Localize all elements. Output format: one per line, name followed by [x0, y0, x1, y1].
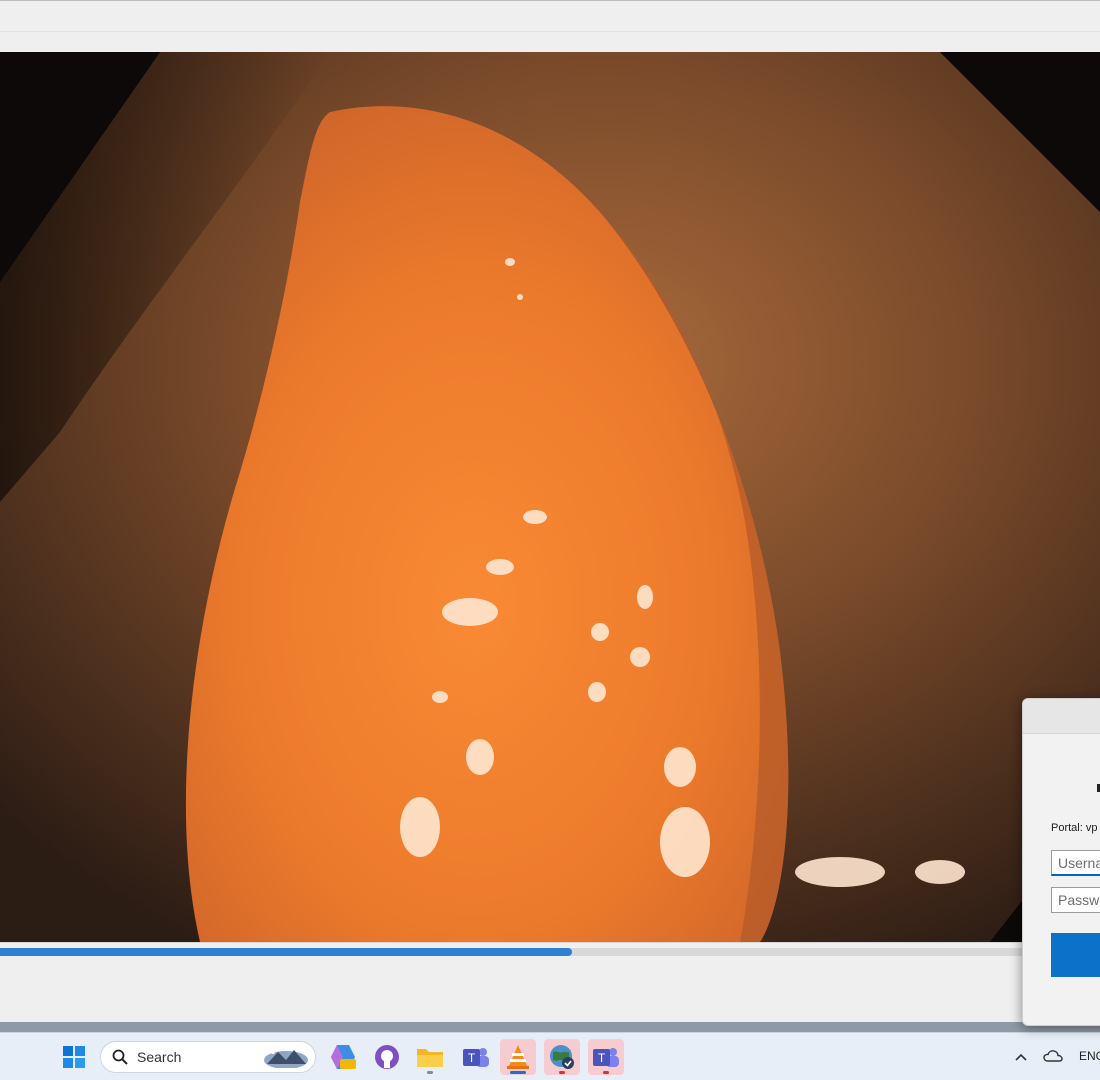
video-frame[interactable]: [0, 52, 1100, 942]
attention-indicator: [559, 1071, 565, 1074]
vpn-globe-icon: [550, 1045, 574, 1069]
seek-bar[interactable]: [0, 948, 1100, 956]
taskbar-vpn[interactable]: [544, 1039, 580, 1075]
teams-icon: T: [593, 1048, 619, 1067]
taskbar-teams-work[interactable]: T: [458, 1039, 494, 1075]
connect-button[interactable]: [1051, 933, 1100, 977]
file-explorer-icon: [417, 1049, 443, 1067]
chevron-up-icon[interactable]: [1014, 1052, 1028, 1062]
taskbar-search[interactable]: Search: [100, 1041, 316, 1073]
window-top-bar: [0, 0, 1100, 52]
start-button[interactable]: [56, 1039, 92, 1075]
active-indicator: [510, 1071, 526, 1074]
password-input[interactable]: [1051, 887, 1100, 913]
taskbar-file-explorer[interactable]: [412, 1039, 448, 1075]
search-label: Search: [137, 1049, 182, 1065]
desktop-background: [0, 1022, 1100, 1032]
onedrive-cloud-icon[interactable]: [1043, 1049, 1063, 1063]
teams-work-icon: T: [463, 1048, 489, 1067]
taskbar-copilot[interactable]: [325, 1039, 361, 1075]
vlc-icon: [507, 1045, 529, 1069]
search-highlight-icon: [264, 1050, 308, 1068]
search-icon: [112, 1049, 128, 1065]
portal-label: Portal: vp: [1051, 822, 1098, 834]
endoscopy-video-image: [0, 52, 1100, 942]
taskbar-vlc[interactable]: [500, 1039, 536, 1075]
taskbar: Search T T EN: [0, 1032, 1100, 1080]
toolbar-divider: [0, 31, 1100, 32]
running-indicator: [427, 1071, 433, 1074]
github-icon: [375, 1045, 399, 1069]
seek-progress: [0, 948, 572, 956]
dialog-titlebar[interactable]: [1023, 699, 1100, 734]
svg-text:T: T: [468, 1051, 476, 1065]
windows-start-icon: [63, 1046, 85, 1068]
vpn-login-dialog: Portal: vp: [1022, 698, 1100, 1026]
language-indicator[interactable]: ENG: [1079, 1049, 1100, 1063]
username-input[interactable]: [1051, 850, 1100, 876]
copilot-pre-icon: [331, 1045, 356, 1069]
taskbar-github[interactable]: [369, 1039, 405, 1075]
taskbar-teams[interactable]: T: [588, 1039, 624, 1075]
player-controls: [0, 942, 1100, 1023]
attention-indicator: [603, 1071, 609, 1074]
svg-text:T: T: [598, 1051, 606, 1065]
